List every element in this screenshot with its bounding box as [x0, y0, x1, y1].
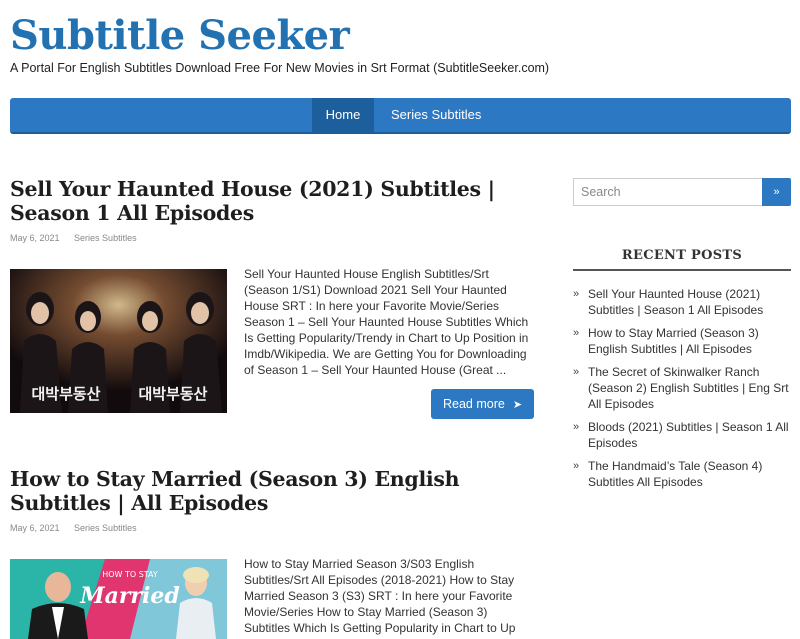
widget-divider — [573, 269, 791, 271]
post-excerpt: Sell Your Haunted House English Subtitle… — [244, 267, 529, 377]
search-button[interactable]: » — [762, 178, 791, 206]
post-category[interactable]: Series Subtitles — [74, 233, 137, 243]
arrow-right-icon: ➤ — [512, 399, 523, 411]
recent-post-item: » Bloods (2021) Subtitles | Season 1 All… — [573, 419, 791, 451]
read-more-label: Read more — [442, 397, 505, 411]
post-meta: May 6, 2021 Series Subtitles — [10, 233, 137, 243]
post-title[interactable]: Sell Your Haunted House (2021) Subtitles… — [10, 177, 540, 225]
recent-post-link[interactable]: Sell Your Haunted House (2021) Subtitles… — [588, 286, 791, 318]
nav-item-series-subtitles[interactable]: Series Subtitles — [391, 98, 481, 132]
recent-post-item: » Sell Your Haunted House (2021) Subtitl… — [573, 286, 791, 318]
nav-item-home[interactable]: Home — [312, 98, 374, 132]
poster-title-big: Married — [79, 583, 180, 609]
double-chevron-right-icon: » — [573, 288, 580, 300]
double-chevron-right-icon: » — [573, 327, 580, 339]
search-input[interactable] — [573, 178, 763, 206]
post-excerpt: How to Stay Married Season 3/S03 English… — [244, 557, 516, 635]
post-category[interactable]: Series Subtitles — [74, 523, 137, 533]
read-more-button[interactable]: Read more ➤ — [431, 389, 534, 419]
post-thumbnail[interactable]: HOW TO STAY Married — [10, 559, 227, 639]
site-description: A Portal For English Subtitles Download … — [10, 61, 550, 75]
main-navigation: Home Series Subtitles — [10, 98, 791, 134]
stay-married-poster-image: HOW TO STAY Married — [10, 559, 227, 639]
post-meta: May 6, 2021 Series Subtitles — [10, 523, 137, 533]
recent-post-link[interactable]: The Handmaid’s Tale (Season 4) Subtitles… — [588, 458, 791, 490]
search-icon: » — [773, 186, 780, 198]
recent-post-item: » How to Stay Married (Season 3) English… — [573, 325, 791, 357]
post-date[interactable]: May 6, 2021 — [10, 523, 60, 533]
post-title[interactable]: How to Stay Married (Season 3) English S… — [10, 467, 540, 515]
poster-title-small: HOW TO STAY — [102, 570, 158, 579]
poster-title-right: 대박부동산 — [138, 385, 207, 403]
recent-post-item: » The Handmaid’s Tale (Season 4) Subtitl… — [573, 458, 791, 490]
recent-posts-heading: RECENT POSTS — [621, 248, 743, 263]
double-chevron-right-icon: » — [573, 421, 580, 433]
post-date[interactable]: May 6, 2021 — [10, 233, 60, 243]
recent-post-link[interactable]: Bloods (2021) Subtitles | Season 1 All E… — [588, 419, 791, 451]
site-title[interactable]: Subtitle Seeker — [10, 12, 350, 59]
haunted-house-poster-image: 대박부동산 대박부동산 — [10, 269, 227, 413]
double-chevron-right-icon: » — [573, 460, 580, 472]
post-thumbnail[interactable]: 대박부동산 대박부동산 — [10, 269, 227, 413]
poster-title-left: 대박부동산 — [31, 385, 100, 403]
double-chevron-right-icon: » — [573, 366, 580, 378]
recent-post-link[interactable]: How to Stay Married (Season 3) English S… — [588, 325, 791, 357]
recent-post-link[interactable]: The Secret of Skinwalker Ranch (Season 2… — [588, 364, 791, 412]
recent-post-item: » The Secret of Skinwalker Ranch (Season… — [573, 364, 791, 412]
